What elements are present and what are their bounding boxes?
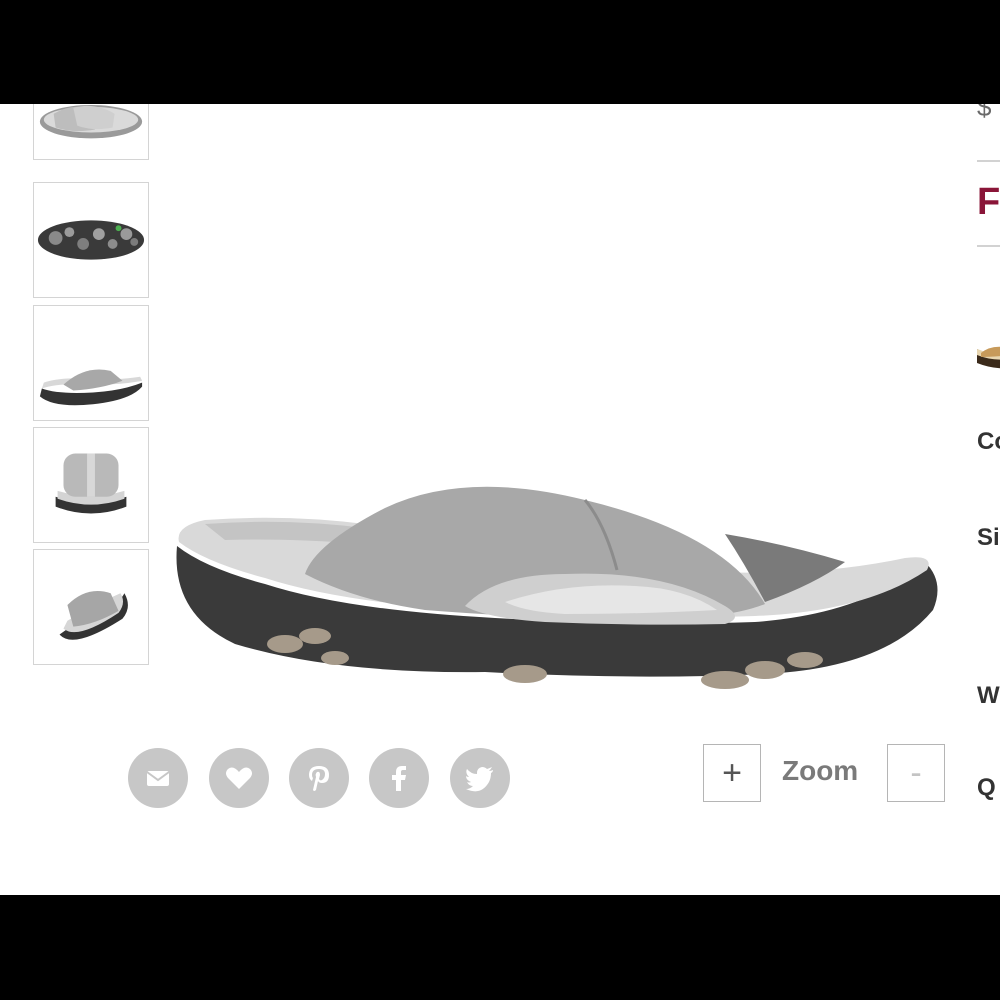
divider [977,160,1000,162]
favorite-button[interactable] [209,748,269,808]
thumbnail-sole-view[interactable] [33,182,149,298]
pinterest-icon [309,766,329,791]
swatch-sandal-image [977,346,1000,369]
zoom-in-button[interactable]: + [703,744,761,802]
thumbnail-side-view[interactable] [33,305,149,421]
twitter-icon [466,767,493,792]
email-icon [146,771,170,786]
bottom-black-bar [0,895,1000,1000]
top-black-bar [0,0,1000,104]
divider [977,245,1000,247]
width-label-fragment: W [977,682,1000,709]
quantity-label-fragment: Q [977,774,996,801]
fit-heading-fragment: F [977,181,1000,223]
thumbnail-angle-view[interactable] [33,549,149,665]
sandal-sole-image [37,220,145,260]
main-product-image [165,374,945,714]
email-share-button[interactable] [128,748,188,808]
thumbnail-top-view[interactable] [33,104,149,160]
size-label-fragment: Si [977,524,1000,551]
sandal-front-image [55,453,127,514]
zoom-label: Zoom [782,755,859,786]
silver-slide-sandal-image [176,486,938,689]
facebook-share-button[interactable] [369,748,429,808]
sandal-top-view-image [39,104,143,139]
color-swatch[interactable] [977,319,1000,379]
heart-icon [226,767,252,789]
twitter-share-button[interactable] [450,748,510,808]
pinterest-share-button[interactable] [289,748,349,808]
price-fragment: $ [977,104,992,122]
color-label-fragment: Co [977,428,1000,455]
product-page: + Zoom - $ F Co Si W Q [0,104,1000,895]
zoom-out-button[interactable]: - [887,744,945,802]
sandal-angle-image [59,590,128,640]
facebook-icon [392,766,406,791]
thumbnail-front-view[interactable] [33,427,149,543]
sandal-side-image [39,369,143,406]
